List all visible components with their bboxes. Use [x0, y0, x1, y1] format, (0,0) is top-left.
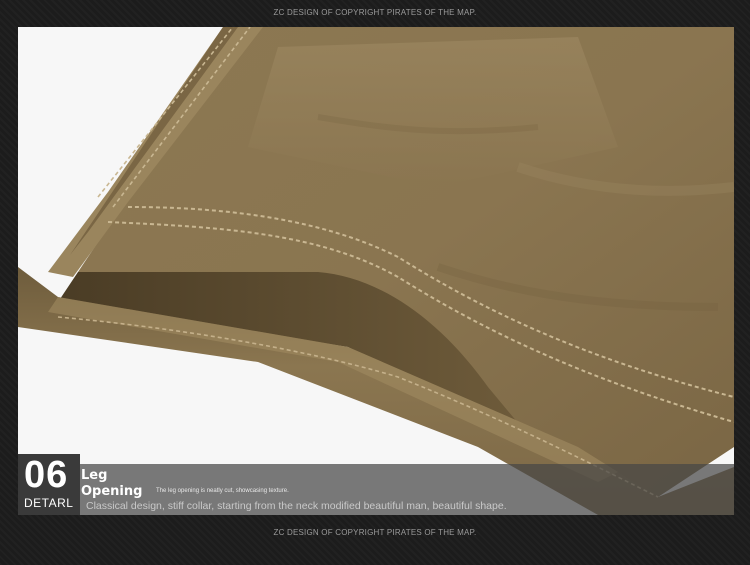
detail-label: DETARL [24, 496, 74, 510]
detail-caption: Classical design, stiff collar, starting… [86, 500, 507, 512]
bottom-credit-text: ZC DESIGN OF COPYRIGHT PIRATES OF THE MA… [273, 528, 477, 537]
pant-leg-illustration [18, 27, 734, 515]
product-photo [18, 27, 734, 515]
detail-title: Leg Opening [81, 468, 143, 499]
top-credit-text: ZC DESIGN OF COPYRIGHT PIRATES OF THE MA… [273, 8, 477, 17]
detail-number: 06 [24, 454, 69, 496]
detail-caption-small: The leg opening is neatly cut, showcasin… [156, 488, 289, 494]
